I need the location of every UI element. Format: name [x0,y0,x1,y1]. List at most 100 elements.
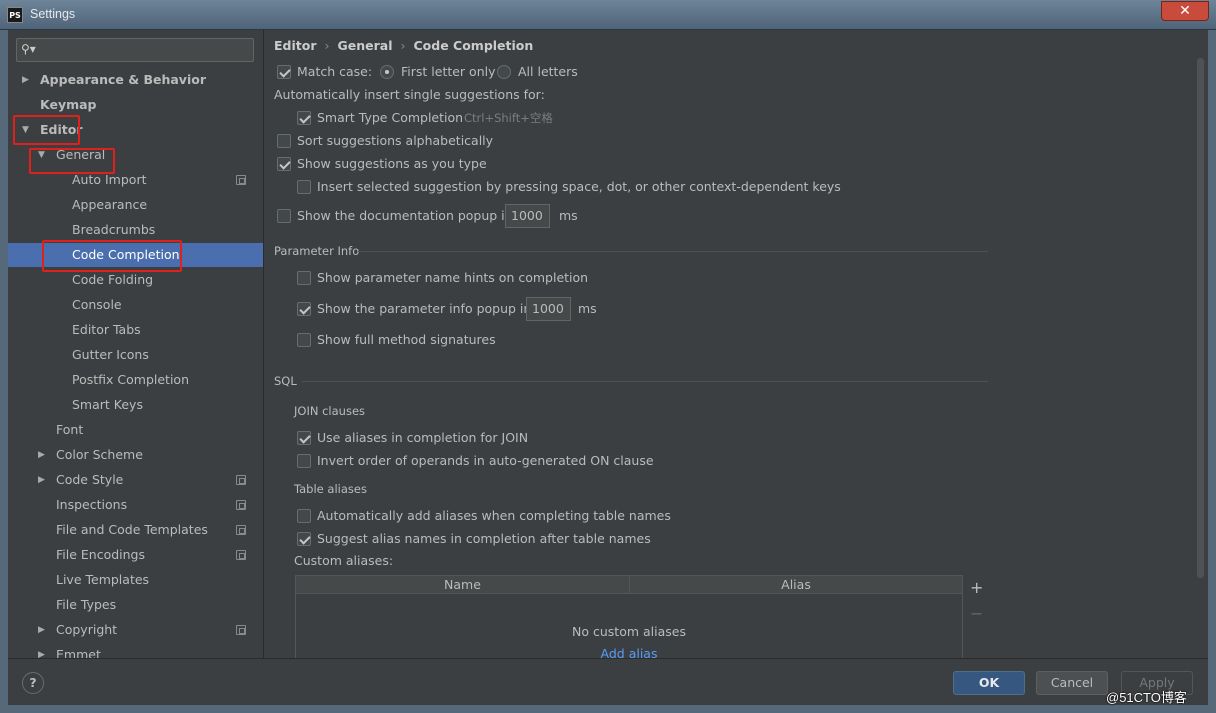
tree-item-emmet[interactable]: ▶ Emmet [8,643,263,658]
smart-type-shortcut: Ctrl+Shift+空格 [464,111,553,125]
breadcrumb-general[interactable]: General [338,38,393,53]
info-popup-checkbox[interactable] [297,302,311,316]
custom-aliases-table[interactable]: Name Alias No custom aliases Add alias [295,575,963,658]
column-header-alias[interactable]: Alias [630,576,962,594]
column-header-name[interactable]: Name [296,576,629,594]
search-input[interactable]: ⚲▾ [16,38,254,62]
tree-item-label: Console [72,297,122,312]
doc-popup-delay-input[interactable]: 1000 [505,204,550,228]
tree-item-console[interactable]: Console [8,293,263,317]
expand-right-icon[interactable]: ▶ [22,68,29,92]
tree-item-label: File Types [56,597,117,612]
doc-popup-checkbox[interactable] [277,209,291,223]
expand-right-icon[interactable]: ▶ [38,443,45,467]
help-button[interactable]: ? [22,672,44,694]
tree-item-label: Inspections [56,497,128,512]
ok-button[interactable]: OK [953,671,1025,695]
match-case-checkbox[interactable] [277,65,291,79]
auto-add-checkbox[interactable] [297,509,311,523]
tree-item-gutter-icons[interactable]: Gutter Icons [8,343,263,367]
match-case-label: Match case: [297,64,373,79]
app-icon: PS [7,7,23,23]
add-alias-link-text[interactable]: Add alias [601,646,658,658]
auto-insert-heading: Automatically insert single suggestions … [274,87,545,102]
suggest-alias-checkbox[interactable] [297,532,311,546]
first-letter-label: First letter only [401,64,496,79]
project-scope-icon [236,525,246,535]
expand-right-icon[interactable]: ▶ [38,643,45,658]
insert-selected-checkbox[interactable] [297,180,311,194]
invert-order-checkbox[interactable] [297,454,311,468]
tree-item-editor-tabs[interactable]: Editor Tabs [8,318,263,342]
remove-alias-button[interactable]: − [970,604,983,623]
use-aliases-label: Use aliases in completion for JOIN [317,430,529,445]
tree-item-color-scheme[interactable]: ▶ Color Scheme [8,443,263,467]
first-letter-radio[interactable] [380,65,394,79]
tree-item-file-encodings[interactable]: File Encodings [8,543,263,567]
tree-item-live-templates[interactable]: Live Templates [8,568,263,592]
dialog-footer: ? OK Cancel Apply [8,658,1208,705]
search-icon: ⚲▾ [21,42,36,56]
show-as-type-row: Show suggestions as you type [277,154,677,174]
auto-add-label: Automatically add aliases when completin… [317,508,671,523]
cancel-button[interactable]: Cancel [1036,671,1108,695]
tree-item-breadcrumbs[interactable]: Breadcrumbs [8,218,263,242]
tree-item-font[interactable]: Font [8,418,263,442]
tree-item-file-types[interactable]: File Types [8,593,263,617]
tree-item-label: Color Scheme [56,447,143,462]
tree-item-label: Gutter Icons [72,347,149,362]
tree-item-appearance-behavior[interactable]: ▶ Appearance & Behavior [8,68,263,92]
tree-item-label: Emmet [56,647,101,658]
table-aliases-heading: Table aliases [294,482,367,496]
doc-popup-row: Show the documentation popup in ms [277,206,677,226]
breadcrumb-sep: › [324,38,330,53]
sql-title: SQL [274,374,297,388]
add-alias-link: Add alias [296,646,962,658]
highlight-code-completion [42,240,182,272]
sort-alpha-label: Sort suggestions alphabetically [297,133,494,148]
tree-item-keymap[interactable]: Keymap [8,93,263,117]
tree-item-label: Editor Tabs [72,322,141,337]
tree-item-label: File Encodings [56,547,146,562]
use-aliases-checkbox[interactable] [297,431,311,445]
sort-alpha-checkbox[interactable] [277,134,291,148]
expand-right-icon[interactable]: ▶ [38,468,45,492]
info-popup-delay-input[interactable]: 1000 [526,297,571,321]
show-as-type-label: Show suggestions as you type [297,156,487,171]
tree-item-smart-keys[interactable]: Smart Keys [8,393,263,417]
tree-item-code-style[interactable]: ▶ Code Style [8,468,263,492]
tree-item-label: Smart Keys [72,397,143,412]
expand-right-icon[interactable]: ▶ [38,618,45,642]
sql-separator [302,381,988,382]
tree-item-label: File and Code Templates [56,522,208,537]
highlight-editor [13,115,80,145]
show-as-type-checkbox[interactable] [277,157,291,171]
smart-type-checkbox[interactable] [297,111,311,125]
use-aliases-row: Use aliases in completion for JOIN [297,428,697,448]
tree-item-postfix-completion[interactable]: Postfix Completion [8,368,263,392]
all-letters-radio[interactable] [497,65,511,79]
breadcrumb-editor[interactable]: Editor [274,38,317,53]
auto-add-row: Automatically add aliases when completin… [297,506,797,526]
parameter-info-title: Parameter Info [274,244,360,258]
full-sig-label: Show full method signatures [317,332,496,347]
tree-item-label: Postfix Completion [72,372,189,387]
content-scrollbar[interactable] [1197,58,1204,578]
tree-item-label: Breadcrumbs [72,222,156,237]
tree-item-file-and-code-templates[interactable]: File and Code Templates [8,518,263,542]
empty-table-text: No custom aliases [572,624,686,639]
tree-item-inspections[interactable]: Inspections [8,493,263,517]
join-clauses-heading: JOIN clauses [294,404,366,418]
project-scope-icon [236,500,246,510]
name-hints-checkbox[interactable] [297,271,311,285]
tree-item-label: Code Style [56,472,124,487]
tree-item-appearance[interactable]: Appearance [8,193,263,217]
close-button[interactable]: ✕ [1161,1,1209,21]
full-sig-checkbox[interactable] [297,333,311,347]
table-header: Name Alias [296,576,962,594]
project-scope-icon [236,550,246,560]
add-alias-button[interactable]: + [970,578,983,597]
tree-item-copyright[interactable]: ▶ Copyright [8,618,263,642]
invert-order-row: Invert order of operands in auto-generat… [297,451,797,471]
insert-selected-row: Insert selected suggestion by pressing s… [297,177,897,197]
